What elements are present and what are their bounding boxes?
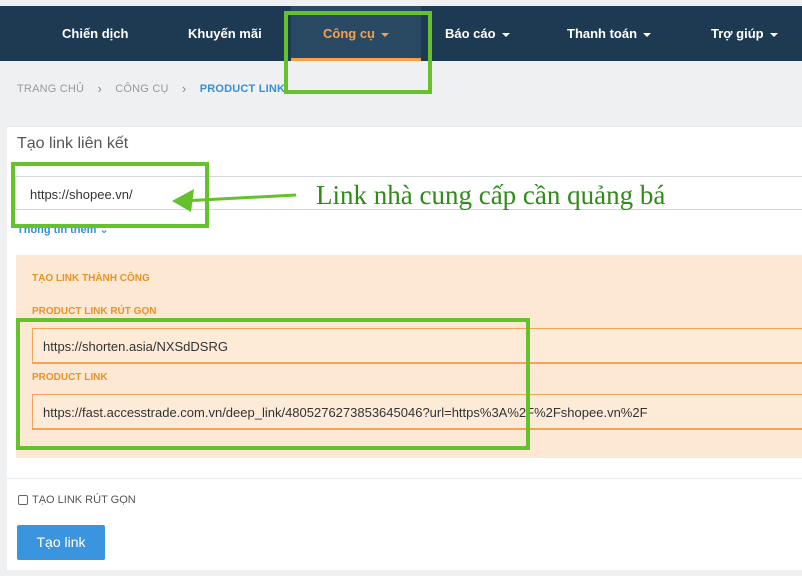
breadcrumb-tools[interactable]: CÔNG CỤ (115, 83, 168, 95)
nav-thanh-toan[interactable]: Thanh toán (567, 6, 652, 61)
chevron-right-icon: › (97, 81, 102, 96)
success-title: TẠO LINK THÀNH CÔNG (32, 273, 150, 284)
card-title: Tạo link liên kết (17, 135, 129, 152)
caret-down-icon (501, 32, 510, 37)
breadcrumb-current: PRODUCT LINK (199, 82, 286, 95)
nav-khuyen-mai[interactable]: Khuyến mãi (188, 6, 262, 61)
shorten-option[interactable]: TẠO LINK RÚT GỌN (18, 494, 136, 506)
divider (7, 478, 802, 479)
chevron-down-icon: ⌄ (99, 224, 109, 236)
nav-chien-dich[interactable]: Chiến dịch (62, 6, 128, 61)
more-info-toggle[interactable]: Thông tin thêm ⌄ (17, 223, 109, 236)
nav-bao-cao[interactable]: Báo cáo (445, 6, 510, 61)
nav-cong-cu[interactable]: Công cụ (291, 6, 421, 61)
create-link-button[interactable]: Tạo link (17, 525, 105, 560)
short-link-value: https://shorten.asia/NXSdDSRG (43, 339, 228, 354)
product-link-value: https://fast.accesstrade.com.vn/deep_lin… (43, 405, 648, 420)
nav-tro-giup[interactable]: Trợ giúp (711, 6, 778, 61)
caret-down-icon (381, 32, 389, 37)
nav-label: Công cụ (323, 26, 375, 41)
annotation-text: Link nhà cung cấp cần quảng bá (316, 180, 666, 210)
nav-label: Khuyến mãi (188, 26, 262, 41)
short-link-label: PRODUCT LINK RÚT GỌN (32, 306, 157, 317)
success-panel: TẠO LINK THÀNH CÔNG PRODUCT LINK RÚT GỌN… (16, 255, 802, 458)
more-info-label: Thông tin thêm (17, 224, 97, 236)
url-input-value: https://shopee.vn/ (30, 187, 133, 202)
product-link-field[interactable]: https://fast.accesstrade.com.vn/deep_lin… (32, 394, 802, 430)
breadcrumb: TRANG CHỦ › CÔNG CỤ › PRODUCT LINK (17, 81, 285, 96)
top-navigation: Chiến dịch Khuyến mãi Công cụ Báo cáo Th… (0, 6, 802, 61)
caret-down-icon (769, 32, 778, 37)
short-link-field[interactable]: https://shorten.asia/NXSdDSRG (32, 328, 802, 364)
arrow-left-icon (172, 189, 297, 212)
nav-label: Báo cáo (445, 26, 496, 41)
breadcrumb-home[interactable]: TRANG CHỦ (17, 83, 84, 95)
product-link-label: PRODUCT LINK (32, 372, 108, 383)
nav-label: Thanh toán (567, 26, 638, 41)
nav-label: Trợ giúp (711, 26, 764, 41)
caret-down-icon (643, 32, 652, 37)
chevron-right-icon: › (181, 81, 187, 96)
nav-label: Chiến dịch (62, 26, 129, 41)
shorten-checkbox[interactable] (18, 495, 28, 506)
shorten-label: TẠO LINK RÚT GỌN (32, 494, 136, 507)
